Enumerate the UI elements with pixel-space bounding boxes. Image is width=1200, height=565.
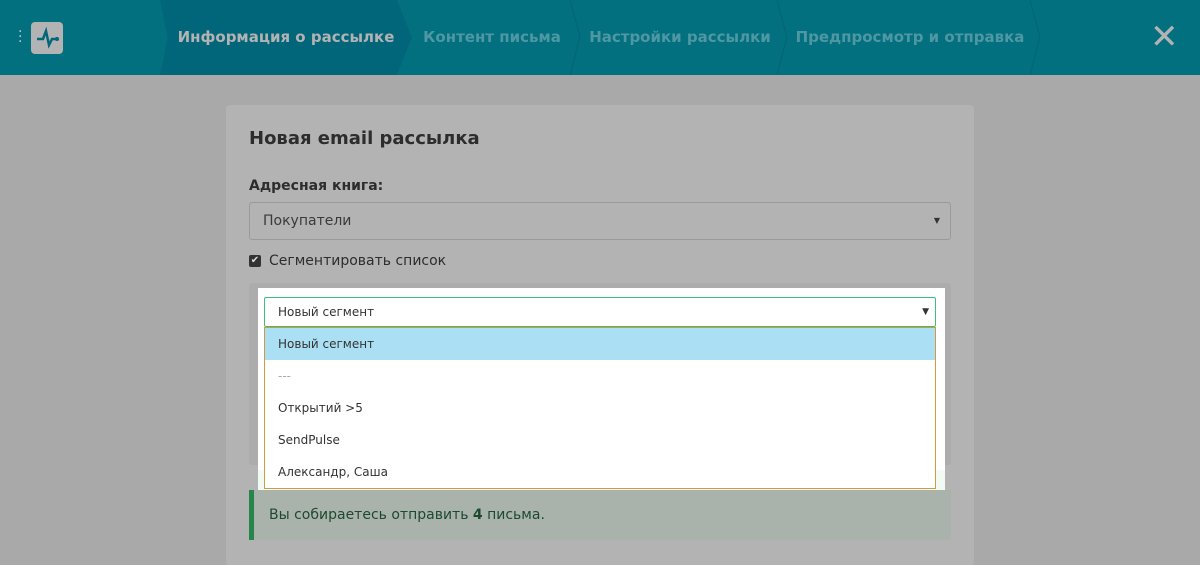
page-title: Новая email рассылка	[249, 128, 480, 149]
pulse-logo-icon[interactable]	[31, 22, 63, 54]
alert-text: Вы собираетесь отправить	[269, 507, 473, 523]
segment-option[interactable]: Открытий >5	[265, 392, 935, 424]
segment-option[interactable]: SendPulse	[265, 424, 935, 456]
segment-option[interactable]: Новый сегмент	[265, 328, 935, 360]
checkbox-checked-icon[interactable]: ✔	[249, 255, 261, 267]
step-settings[interactable]: Настройки рассылки	[582, 0, 778, 75]
segment-select[interactable]: Новый сегмент ▼	[264, 297, 936, 327]
step-content[interactable]: Контент письма	[412, 0, 572, 75]
step-separator	[1030, 0, 1041, 75]
caret-down-icon: ▼	[922, 307, 929, 317]
alert-text-suffix: письма.	[482, 507, 545, 523]
step-info[interactable]: Информация о рассылке	[160, 0, 412, 75]
segment-checkbox[interactable]: ✔ Сегментировать список	[249, 253, 446, 269]
step-separator	[570, 0, 581, 75]
menu-dots-icon[interactable]: · · ·	[18, 25, 22, 49]
caret-down-icon: ▼	[933, 216, 940, 225]
segment-option[interactable]: Александр, Саша	[265, 456, 935, 488]
address-book-label: Адресная книга:	[249, 178, 384, 194]
segment-option-separator: ---	[278, 369, 291, 383]
segment-options-list: Новый сегмент --- Открытий >5 SendPulse …	[264, 327, 936, 489]
address-book-value: Покупатели	[263, 213, 352, 229]
send-count-alert: Вы собираетесь отправить 4 письма.	[249, 490, 951, 540]
step-preview[interactable]: Предпросмотр и отправка	[790, 0, 1030, 75]
alert-count: 4	[472, 507, 483, 523]
close-icon[interactable]: ✕	[1150, 20, 1179, 54]
segment-checkbox-label: Сегментировать список	[269, 253, 447, 269]
segment-select-value: Новый сегмент	[278, 305, 375, 319]
address-book-select[interactable]: Покупатели ▼	[249, 202, 951, 240]
wizard-header: · · · Информация о рассылке Контент письма…	[0, 0, 1200, 75]
step-separator	[777, 0, 788, 75]
